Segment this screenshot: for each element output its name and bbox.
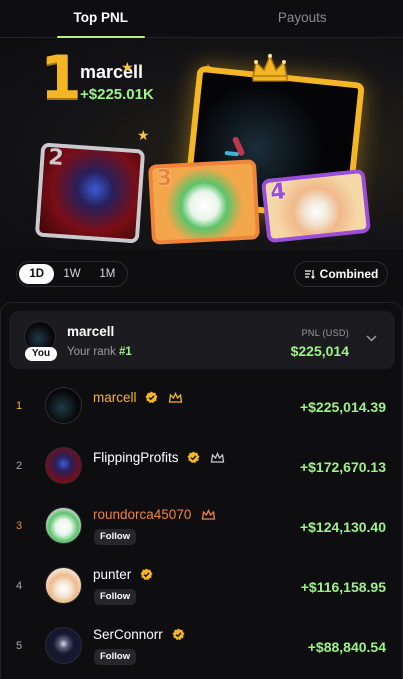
verified-badge-icon: [145, 391, 158, 404]
avatar: [45, 447, 82, 484]
verified-badge-icon: [187, 451, 200, 464]
row-rank: 3: [16, 520, 23, 532]
row-pnl: +$172,670.13: [299, 459, 386, 475]
table-row[interactable]: 2 FlippingProfits +$172,670.13: [1, 435, 402, 495]
star-icon: ★: [121, 59, 134, 75]
row-pnl: +$88,840.54: [307, 639, 386, 655]
star-icon: ★: [137, 127, 150, 143]
row-pnl: +$225,014.39: [299, 399, 386, 415]
podium-card-third[interactable]: 3: [147, 159, 261, 245]
avatar: [45, 627, 82, 664]
table-row[interactable]: 1 marcell +$225,014.39: [1, 375, 402, 435]
time-range-selector: 1D 1W 1M: [16, 261, 128, 287]
range-1w-button[interactable]: 1W: [54, 264, 89, 284]
row-rank: 1: [16, 400, 23, 412]
your-rank: Your rank #1: [67, 346, 132, 358]
podium-hero: 1 marcell +$225.01K ★ ★ ★ ★ ★ 2 3 4: [0, 38, 403, 250]
row-pnl: +$124,130.40: [299, 519, 386, 535]
crown-icon: [168, 392, 183, 403]
you-badge: You: [25, 347, 57, 361]
chevron-down-icon[interactable]: [366, 335, 377, 342]
table-row[interactable]: 3 roundorca45070 Follow +$124,130.40: [1, 495, 402, 555]
verified-badge-icon: [172, 628, 185, 641]
table-row[interactable]: 5 SerConnorr Follow +$88,840.54: [1, 615, 402, 675]
row-name[interactable]: punter: [93, 567, 153, 582]
row-rank: 2: [16, 460, 23, 472]
podium-card-rank: 4: [269, 179, 287, 206]
row-rank: 5: [16, 640, 23, 652]
avatar: [45, 567, 82, 604]
podium-card-second[interactable]: 2: [34, 142, 146, 244]
podium-card-rank: 3: [156, 165, 173, 192]
hero-name: marcell: [80, 62, 144, 82]
row-name[interactable]: FlippingProfits: [93, 450, 225, 465]
podium-card-fourth[interactable]: 4: [260, 168, 372, 244]
range-1m-button[interactable]: 1M: [90, 264, 125, 284]
follow-button[interactable]: Follow: [94, 649, 137, 665]
podium-card-rank: 2: [47, 145, 65, 172]
avatar: [45, 507, 82, 544]
table-row[interactable]: 4 punter Follow +$116,158.95: [1, 555, 402, 615]
row-name[interactable]: marcell: [93, 390, 183, 405]
pnl-label: PNL (USD): [301, 328, 349, 338]
follow-button[interactable]: Follow: [94, 529, 137, 545]
crown-icon: [252, 53, 288, 82]
crown-icon: [201, 509, 216, 520]
your-pnl: $225,014: [290, 343, 349, 359]
row-name[interactable]: SerConnorr: [93, 627, 185, 642]
leaderboard-list: You marcell Your rank #1 PNL (USD) $225,…: [0, 302, 403, 679]
range-1d-button[interactable]: 1D: [19, 264, 55, 284]
crown-icon: [210, 452, 225, 463]
your-rank-card[interactable]: You marcell Your rank #1 PNL (USD) $225,…: [9, 311, 395, 369]
your-name: marcell: [67, 324, 115, 339]
row-rank: 4: [16, 580, 23, 592]
combined-filter-button[interactable]: Combined: [294, 261, 388, 287]
hero-pnl: +$225.01K: [80, 86, 154, 103]
tab-top-pnl[interactable]: Top PNL: [0, 0, 202, 38]
avatar: [45, 387, 82, 424]
verified-badge-icon: [140, 568, 153, 581]
row-name[interactable]: roundorca45070: [93, 507, 216, 522]
tab-bar: Top PNL Payouts: [0, 0, 403, 38]
row-pnl: +$116,158.95: [300, 579, 386, 595]
follow-button[interactable]: Follow: [94, 589, 137, 605]
tab-payouts[interactable]: Payouts: [202, 0, 403, 37]
hero-rank-number: 1: [40, 43, 82, 113]
combined-label: Combined: [319, 267, 379, 281]
combined-sort-icon: [304, 270, 315, 279]
